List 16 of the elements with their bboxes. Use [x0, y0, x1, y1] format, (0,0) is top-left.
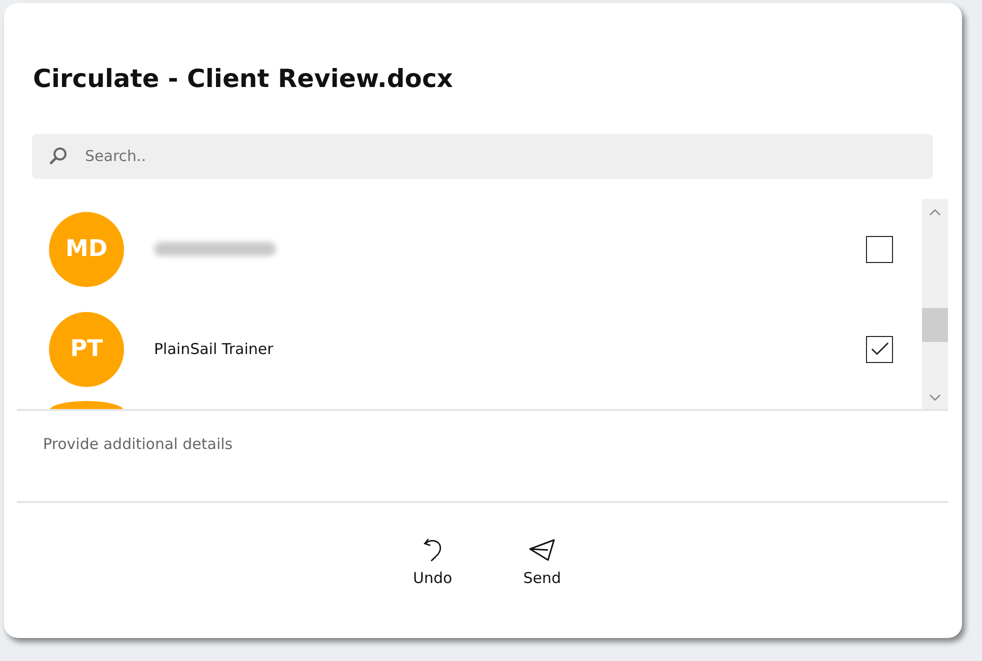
avatar: PT [49, 312, 124, 386]
search-field[interactable]: Search.. [32, 134, 933, 179]
checkbox[interactable] [866, 236, 893, 262]
send-button[interactable]: Send [515, 537, 569, 590]
checkbox[interactable] [866, 336, 893, 362]
send-icon [528, 537, 556, 563]
dialog-title: Circulate - Client Review.docx [32, 63, 454, 95]
scroll-up-icon[interactable] [929, 208, 941, 216]
check-icon [870, 342, 888, 356]
scrollbar-thumb[interactable] [922, 308, 948, 342]
scrollbar[interactable] [922, 199, 948, 409]
scroll-down-icon[interactable] [929, 394, 941, 402]
undo-button[interactable]: Undo [405, 537, 460, 590]
avatar: MD [49, 212, 124, 286]
recipient-name: PlainSail Trainer [154, 338, 274, 360]
undo-icon [422, 537, 444, 563]
